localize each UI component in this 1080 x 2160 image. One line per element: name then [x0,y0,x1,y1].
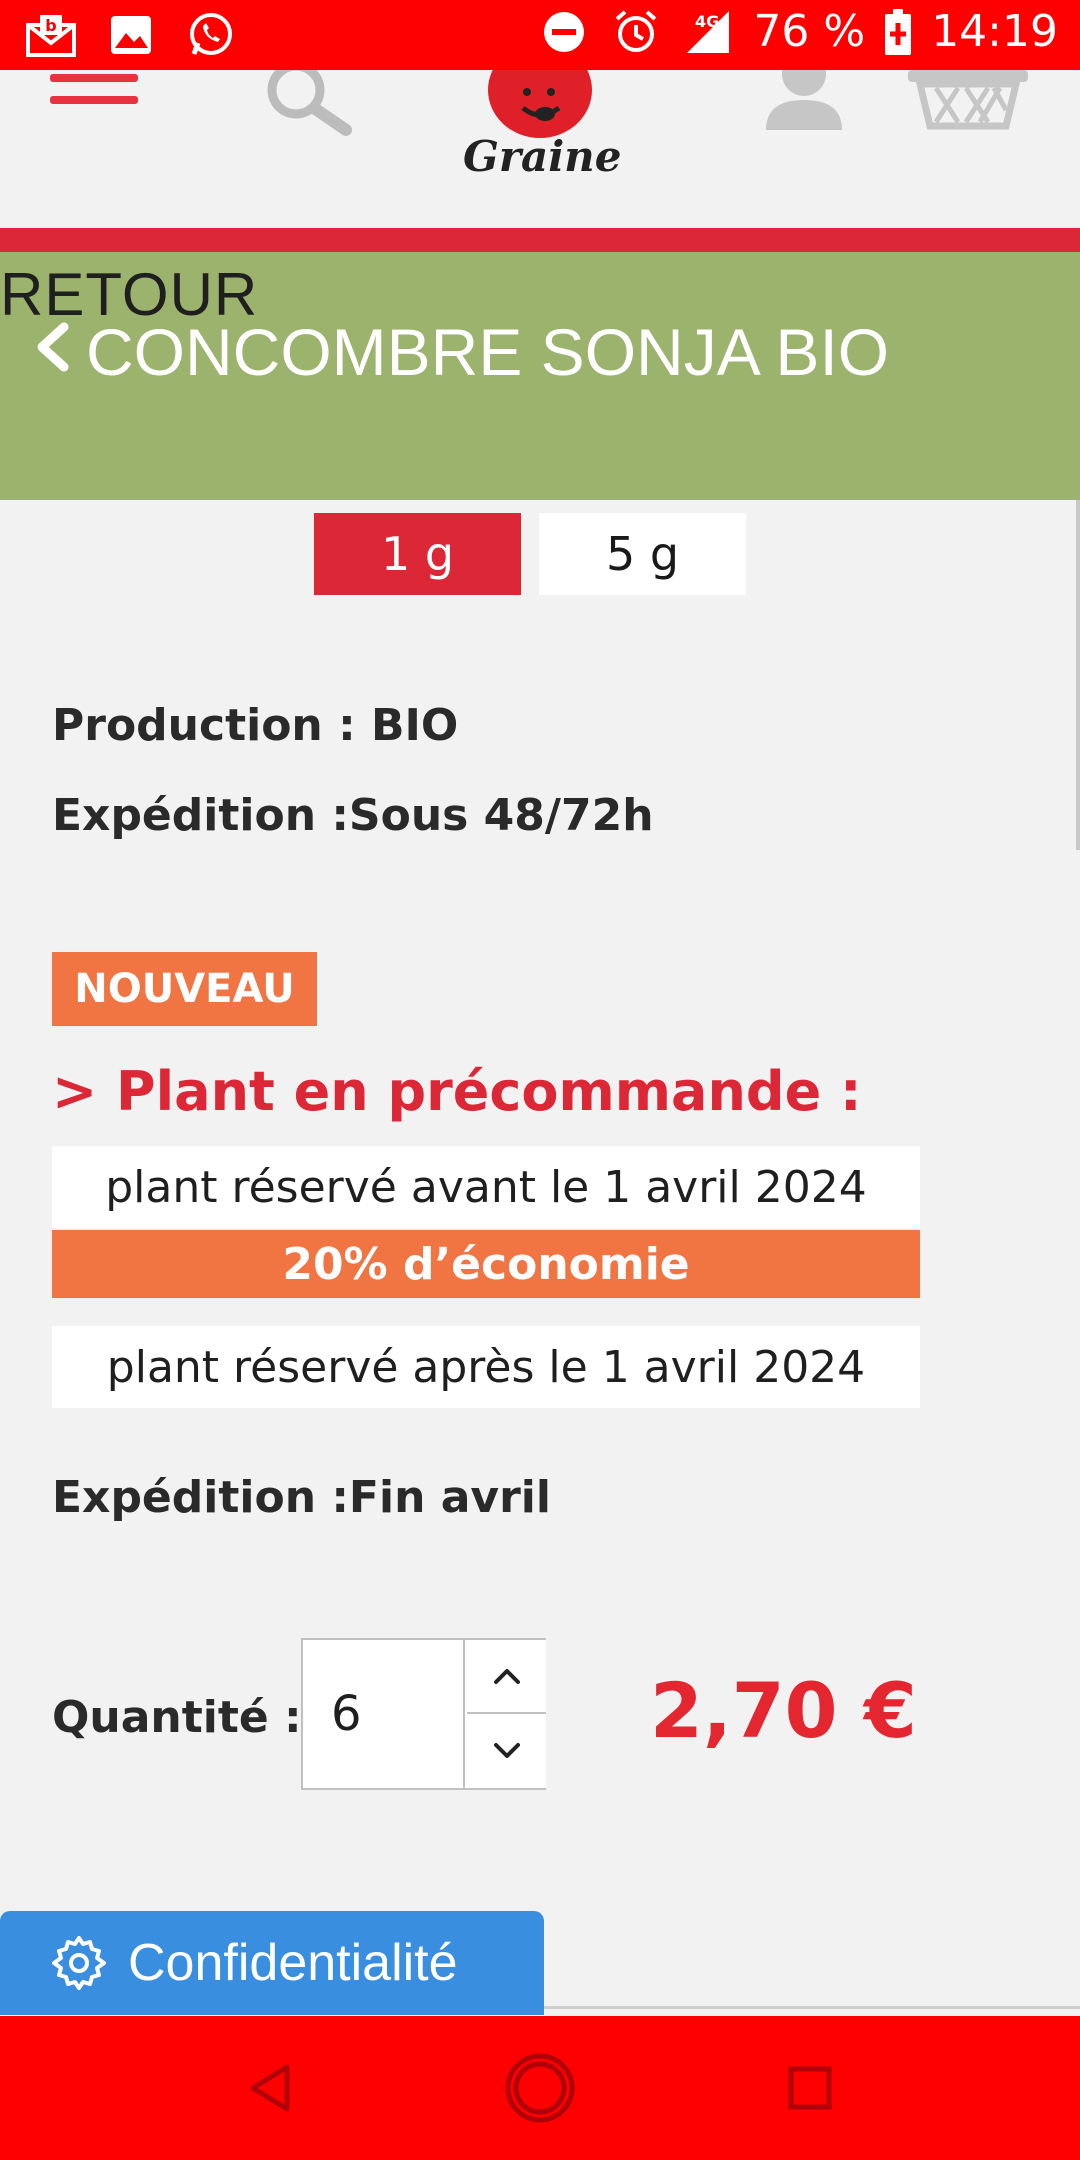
svg-text:b: b [45,16,56,35]
search-icon[interactable] [256,61,356,140]
product-banner: RETOUR CONCOMBRE SONJA BIO [0,252,1080,500]
weight-selector: 1 g 5 g [314,513,746,595]
weight-option-1g[interactable]: 1 g [314,513,521,595]
product-title-text: CONCOMBRE SONJA BIO [86,315,890,389]
price: 2,70 € [650,1666,917,1755]
quantity-label: Quantité : [52,1692,302,1743]
product-title: CONCOMBRE SONJA BIO [34,314,889,390]
header-divider [0,228,1080,252]
scrollbar[interactable] [1076,500,1080,850]
discount-banner: 20% d’économie [52,1230,920,1298]
production-info: Production : BIO [52,700,459,751]
system-navigation-bar [0,2016,1080,2160]
preorder-option-before[interactable]: plant réservé avant le 1 avril 2024 [52,1146,920,1228]
status-bar: b 4G 76 % 14:19 [0,0,1080,70]
gear-icon [52,1936,106,1990]
nav-home-button[interactable] [504,2052,576,2124]
preorder-shipping-info: Expédition :Fin avril [52,1472,551,1523]
clock: 14:19 [931,6,1058,57]
privacy-settings-button[interactable]: Confidentialité [0,1911,544,2015]
recents-square-icon [788,2066,832,2110]
basket-icon[interactable] [906,70,1030,134]
mail-icon: b [24,10,78,60]
shipping-info: Expédition :Sous 48/72h [52,790,654,841]
alarm-icon [609,7,663,57]
quantity-stepper [301,1638,546,1790]
nav-back-button[interactable] [234,2052,306,2124]
account-icon[interactable] [762,52,846,140]
nav-recents-button[interactable] [774,2052,846,2124]
quantity-increment-button[interactable] [467,1640,546,1714]
chevron-down-icon [493,1743,520,1758]
quantity-decrement-button[interactable] [467,1714,546,1788]
footer-divider [544,2006,1080,2009]
preorder-option-after[interactable]: plant réservé après le 1 avril 2024 [52,1326,920,1408]
svg-text:4G: 4G [695,12,719,31]
back-triangle-icon [250,2064,290,2112]
chevron-up-icon [493,1669,520,1684]
whatsapp-icon [184,10,238,60]
signal-icon: 4G [681,7,735,57]
battery-percent: 76 % [753,6,866,57]
site-header: Graine [0,52,1080,230]
privacy-settings-label: Confidentialité [128,1934,458,1992]
weight-option-5g[interactable]: 5 g [539,513,746,595]
logo[interactable]: Graine [455,70,625,200]
dnd-icon [537,7,591,57]
gallery-icon [104,10,158,60]
quantity-input[interactable] [303,1640,465,1788]
preorder-title: > Plant en précommande : [52,1060,862,1123]
menu-icon[interactable] [50,70,138,130]
logo-text: Graine [463,132,622,181]
home-circle-icon [505,2053,575,2123]
new-badge: NOUVEAU [52,952,317,1026]
battery-icon [883,7,913,57]
chevron-left-icon[interactable] [34,318,70,387]
